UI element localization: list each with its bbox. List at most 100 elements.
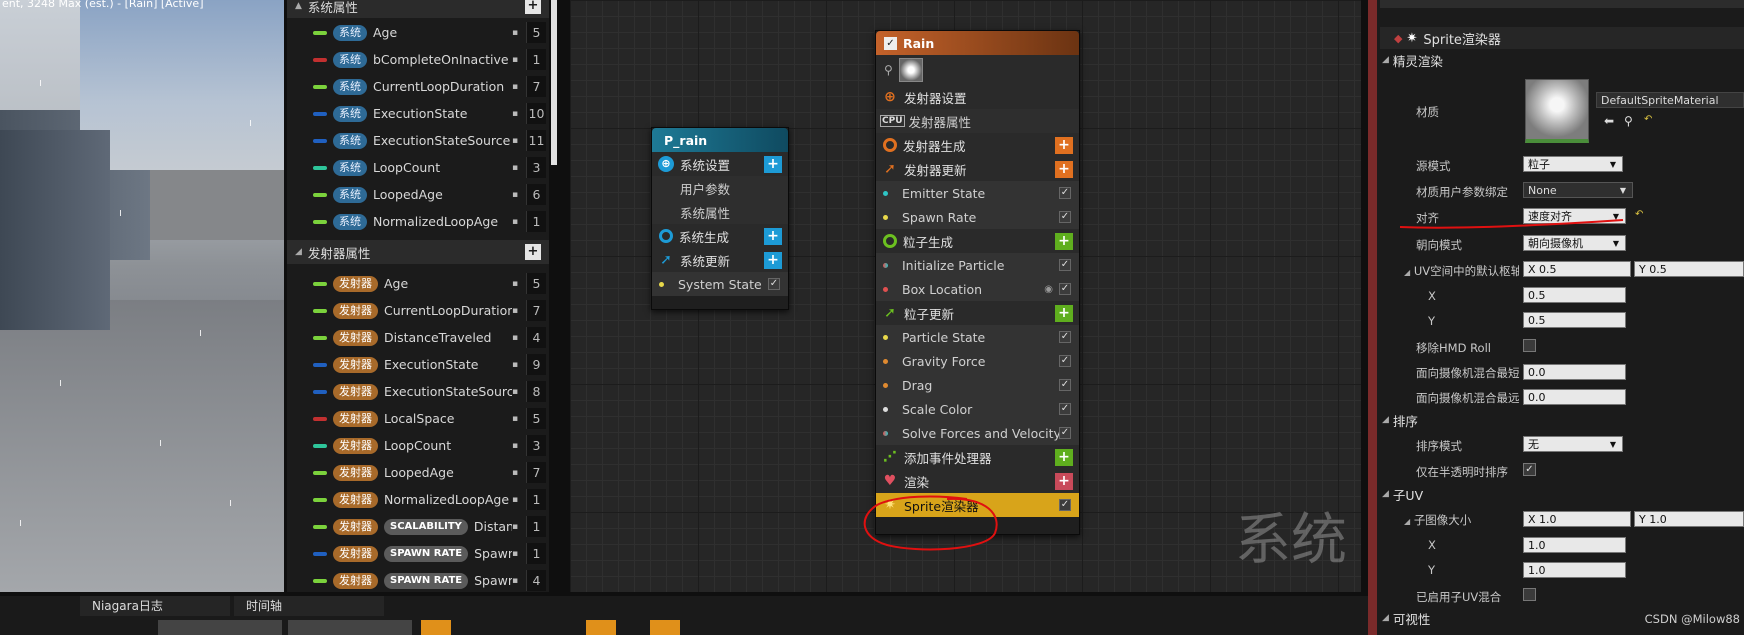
timeline-field[interactable]: [158, 620, 282, 635]
system-node[interactable]: P_rain ⊕ 系统设置 + 用户参数 系统属性 系统生成 + ➚ 系统更新 …: [651, 127, 789, 310]
section-visibility[interactable]: ◢ 可视性: [1380, 607, 1430, 629]
enable-checkbox[interactable]: ✓: [1059, 211, 1071, 223]
subimage-y-field[interactable]: Y 1.0: [1634, 511, 1744, 527]
add-module-button[interactable]: +: [1055, 160, 1073, 178]
param-row[interactable]: 系统 Age ▪ 5: [287, 19, 549, 46]
mat-user-dropdown[interactable]: None ▼: [1523, 182, 1633, 198]
enable-checkbox[interactable]: ✓: [1059, 427, 1071, 439]
param-row[interactable]: 发射器 ExecutionStateSource ▪ 8: [287, 378, 549, 405]
facing-dropdown[interactable]: 朝向摄像机 ▼: [1523, 235, 1626, 251]
emitter-node-row[interactable]: ⊕ 发射器设置: [876, 85, 1079, 109]
subimage-x-field[interactable]: X 1.0: [1523, 511, 1631, 527]
x-field[interactable]: 0.5: [1523, 287, 1626, 303]
uv-y-field[interactable]: Y 0.5: [1634, 261, 1744, 277]
param-row[interactable]: 发射器 NormalizedLoopAge ▪ 1: [287, 486, 549, 513]
source-mode-dropdown[interactable]: 粒子 ▼: [1523, 156, 1623, 172]
emitter-node-row[interactable]: ➚ 粒子更新 +: [876, 301, 1079, 325]
record-button[interactable]: [586, 620, 616, 635]
param-row[interactable]: 系统 NormalizedLoopAge ▪ 1: [287, 208, 549, 235]
collapse-arrow-icon[interactable]: ◢: [1382, 489, 1389, 499]
node-title[interactable]: P_rain: [652, 128, 788, 152]
renderer-header[interactable]: ◆ ✷ Sprite渲染器: [1380, 27, 1744, 49]
section-sprite-render[interactable]: ◢ 精灵渲染: [1380, 49, 1443, 71]
emitter-node-row[interactable]: Particle State ✓: [876, 325, 1079, 349]
node-title-bar[interactable]: ✓ Rain: [876, 31, 1079, 55]
add-parameter-button[interactable]: +: [525, 244, 541, 260]
add-module-button[interactable]: +: [1055, 448, 1073, 466]
enable-checkbox[interactable]: ✓: [1059, 331, 1071, 343]
emitter-node-row[interactable]: Solve Forces and Velocity ✓: [876, 421, 1079, 445]
collapse-arrow-icon[interactable]: ◢: [1404, 268, 1410, 277]
emitter-node-row[interactable]: Box Location ◉ ✓: [876, 277, 1079, 301]
emitter-node-row[interactable]: Initialize Particle ✓: [876, 253, 1079, 277]
emitter-node-row[interactable]: Emitter State ✓: [876, 181, 1079, 205]
emitter-node-row[interactable]: Drag ✓: [876, 373, 1079, 397]
emitter-attributes-header[interactable]: ◢ 发射器属性 +: [287, 240, 549, 264]
add-module-button[interactable]: +: [1055, 472, 1073, 490]
collapse-arrow-icon[interactable]: ◢: [1382, 55, 1389, 65]
add-module-button[interactable]: +: [1055, 232, 1073, 250]
add-parameter-button[interactable]: +: [525, 0, 541, 14]
subuv-blend-checkbox[interactable]: [1523, 588, 1536, 601]
material-thumbnail[interactable]: [1525, 79, 1589, 143]
system-graph[interactable]: 系统 P_rain ⊕ 系统设置 + 用户参数 系统属性 系统生成 + ➚ 系统…: [570, 0, 1361, 592]
expand-arrow-icon[interactable]: ◆: [1394, 32, 1402, 45]
sort-mode-dropdown[interactable]: 无 ▼: [1523, 436, 1623, 452]
use-selected-icon[interactable]: ⬅: [1604, 114, 1614, 128]
param-row[interactable]: 系统 ExecutionStateSource ▪ 11: [287, 127, 549, 154]
add-module-button[interactable]: +: [764, 227, 782, 245]
collapse-arrow-icon[interactable]: ◢: [1382, 613, 1389, 623]
face-near-field[interactable]: 0.0: [1523, 364, 1626, 380]
param-row[interactable]: 发射器 SCALABILITY Distanc▪ 1: [287, 513, 549, 540]
emitter-node-row[interactable]: 发射器生成 +: [876, 133, 1079, 157]
node-row-system-settings[interactable]: ⊕ 系统设置 +: [652, 152, 788, 176]
collapse-arrow-icon[interactable]: ◢: [295, 247, 302, 257]
enable-checkbox[interactable]: ✓: [1059, 499, 1071, 511]
reset-icon[interactable]: ↶: [1635, 209, 1643, 220]
module-options-icon[interactable]: ◉: [1044, 284, 1053, 295]
param-row[interactable]: 发射器 LocalSpace ▪ 5: [287, 405, 549, 432]
emitter-node-row[interactable]: Spawn Rate ✓: [876, 205, 1079, 229]
param-row[interactable]: 系统 bCompleteOnInactive ▪ 1: [287, 46, 549, 73]
timeline-field[interactable]: [288, 620, 412, 635]
emitter-node-row[interactable]: Scale Color ✓: [876, 397, 1079, 421]
y-field[interactable]: 0.5: [1523, 312, 1626, 328]
node-row-user-params[interactable]: 用户参数: [652, 176, 788, 200]
node-row-system-spawn[interactable]: 系统生成 +: [652, 224, 788, 248]
collapse-arrow-icon[interactable]: ◢: [1404, 517, 1410, 526]
emitter-node-row[interactable]: ✷ Sprite渲染器 ✓: [876, 493, 1079, 517]
param-row[interactable]: 系统 LoopCount ▪ 3: [287, 154, 549, 181]
panel-scrollbar[interactable]: [551, 0, 557, 165]
sort-trans-checkbox[interactable]: ✓: [1523, 463, 1536, 476]
system-attributes-header[interactable]: ▲ 系统属性 +: [287, 0, 549, 18]
enable-checkbox[interactable]: ✓: [1059, 283, 1071, 295]
alignment-dropdown[interactable]: 速度对齐 ▼: [1523, 208, 1626, 224]
param-row[interactable]: 发射器 LoopedAge ▪ 7: [287, 459, 549, 486]
add-module-button[interactable]: +: [1055, 304, 1073, 322]
enable-checkbox[interactable]: ✓: [1059, 187, 1071, 199]
tab-niagara-log[interactable]: Niagara日志: [80, 596, 230, 616]
emitter-node-row[interactable]: ♥ 渲染 +: [876, 469, 1079, 493]
param-row[interactable]: 发射器 Age ▪ 5: [287, 270, 549, 297]
param-row[interactable]: 发射器 DistanceTraveled ▪ 4: [287, 324, 549, 351]
section-sort[interactable]: ◢ 排序: [1380, 409, 1418, 431]
emitter-node-row[interactable]: Gravity Force ✓: [876, 349, 1079, 373]
uv-x-field[interactable]: X 0.5: [1523, 261, 1631, 277]
enable-checkbox[interactable]: ✓: [1059, 259, 1071, 271]
collapse-arrow-icon[interactable]: ▲: [295, 1, 302, 11]
emitter-node[interactable]: ✓ Rain ⚲ ⊕ 发射器设置 CPU 发射器属性 发射器生成 + ➚ 发射器更新 + Emit…: [875, 30, 1080, 535]
emitter-node-row[interactable]: CPU 发射器属性: [876, 109, 1079, 133]
param-row[interactable]: 系统 CurrentLoopDuration ▪ 7: [287, 73, 549, 100]
node-row-system-props[interactable]: 系统属性: [652, 200, 788, 224]
param-row[interactable]: 发射器 SPAWN RATE Spawn ▪ 1: [287, 540, 549, 567]
enable-checkbox[interactable]: ✓: [1059, 403, 1071, 415]
play-button[interactable]: [421, 620, 451, 635]
emitter-enable-checkbox[interactable]: ✓: [884, 36, 897, 50]
face-far-field[interactable]: 0.0: [1523, 389, 1626, 405]
node-row-system-update[interactable]: ➚ 系统更新 +: [652, 248, 788, 272]
browse-icon[interactable]: ⚲: [1624, 114, 1633, 128]
enable-checkbox[interactable]: ✓: [1059, 355, 1071, 367]
param-row[interactable]: 发射器 ExecutionState ▪ 9: [287, 351, 549, 378]
preview-viewport[interactable]: ent, 3248 Max (est.) - [Rain] [Active]: [0, 0, 284, 592]
emitter-node-row[interactable]: ⋰ 添加事件处理器 +: [876, 445, 1079, 469]
